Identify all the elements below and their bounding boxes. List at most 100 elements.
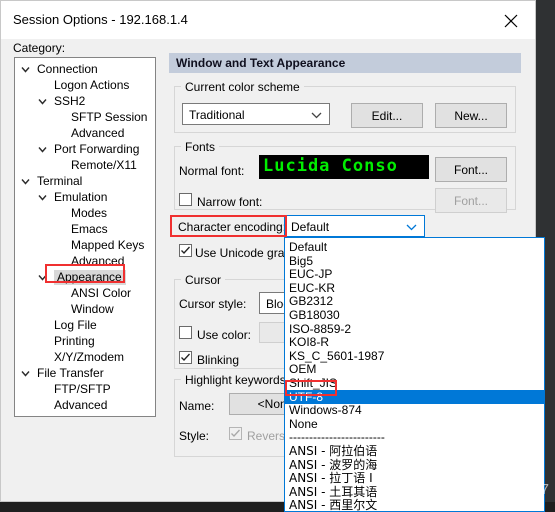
tree-item-ssh2[interactable]: SSH2 bbox=[54, 95, 85, 107]
fonts-group-label: Fonts bbox=[181, 140, 220, 154]
check-icon bbox=[181, 246, 190, 254]
chevron-down-icon[interactable] bbox=[37, 144, 48, 155]
category-tree[interactable]: Connection Logon Actions SSH2 SFTP Session A… bbox=[14, 57, 156, 417]
use-unicode-graphics-label: Use Unicode graphi bbox=[195, 246, 287, 260]
dropdown-option-gb18030[interactable]: GB18030 bbox=[285, 308, 544, 322]
dropdown-option-none[interactable]: None bbox=[285, 417, 544, 431]
dropdown-separator: ------------------------ bbox=[285, 430, 544, 444]
dropdown-option-iso-8859-2[interactable]: ISO-8859-2 bbox=[285, 322, 544, 336]
tree-item-window[interactable]: Window bbox=[71, 303, 114, 315]
dropdown-option-label: EUC-JP bbox=[289, 267, 333, 282]
dropdown-option-label: ANSI - 土耳其语 bbox=[289, 484, 378, 499]
new-color-scheme-button[interactable]: New... bbox=[435, 103, 507, 128]
tree-item-advanced[interactable]: Advanced bbox=[71, 127, 124, 139]
dropdown-option-ansi[interactable]: ANSI - 阿拉伯语 bbox=[285, 444, 544, 458]
tree-item-port-forwarding[interactable]: Port Forwarding bbox=[54, 143, 139, 155]
pane-header: Window and Text Appearance bbox=[169, 53, 521, 73]
tree-item-file-transfer[interactable]: File Transfer bbox=[37, 367, 104, 379]
dropdown-option-ansi[interactable]: ANSI - 西里尔文 bbox=[285, 498, 544, 512]
dropdown-option-shift-jis[interactable]: Shift_JIS bbox=[285, 376, 544, 390]
chevron-down-icon[interactable] bbox=[37, 272, 48, 283]
tree-item-label: Advanced bbox=[71, 254, 125, 268]
tree-item-label: Printing bbox=[54, 334, 95, 348]
color-scheme-combo[interactable]: Traditional bbox=[182, 103, 330, 125]
tree-item-label: Remote/X11 bbox=[71, 158, 137, 172]
tree-item-label: Advanced bbox=[54, 398, 108, 412]
tree-item-modes[interactable]: Modes bbox=[71, 207, 107, 219]
tree-item-label: Emacs bbox=[71, 222, 108, 236]
blinking-label: Blinking bbox=[197, 353, 240, 367]
tree-item-ftp-sftp[interactable]: FTP/SFTP bbox=[54, 383, 111, 395]
dropdown-option-label: ISO-8859-2 bbox=[289, 321, 352, 336]
chevron-down-icon[interactable] bbox=[20, 64, 31, 75]
dropdown-option-ansi[interactable]: ANSI - 波罗的海 bbox=[285, 458, 544, 472]
tree-item-advanced[interactable]: Advanced bbox=[71, 255, 124, 267]
chevron-down-icon[interactable] bbox=[20, 176, 31, 187]
watermark: blog.csdn.net/c1ear1ove7 bbox=[377, 481, 549, 498]
narrow-font-button: Font... bbox=[435, 188, 507, 213]
dropdown-option-windows-874[interactable]: Windows-874 bbox=[285, 403, 544, 417]
tree-item-emacs[interactable]: Emacs bbox=[71, 223, 108, 235]
chevron-down-icon[interactable] bbox=[37, 192, 48, 203]
tree-item-label: File Transfer bbox=[37, 366, 104, 380]
dropdown-option-euc-kr[interactable]: EUC-KR bbox=[285, 281, 544, 295]
tree-item-emulation[interactable]: Emulation bbox=[54, 191, 107, 203]
use-unicode-graphics-checkbox[interactable] bbox=[179, 244, 192, 257]
use-color-label: Use color: bbox=[197, 328, 252, 342]
normal-font-button[interactable]: Font... bbox=[435, 157, 507, 182]
tree-item-connection[interactable]: Connection bbox=[37, 63, 98, 75]
tree-item-printing[interactable]: Printing bbox=[54, 335, 95, 347]
dropdown-option-gb2312[interactable]: GB2312 bbox=[285, 294, 544, 308]
chevron-down-icon bbox=[311, 112, 322, 119]
use-color-checkbox[interactable] bbox=[179, 326, 192, 339]
tree-item-logon-actions[interactable]: Logon Actions bbox=[54, 79, 129, 91]
dropdown-option-euc-jp[interactable]: EUC-JP bbox=[285, 267, 544, 281]
edit-color-scheme-button[interactable]: Edit... bbox=[351, 103, 423, 128]
cursor-group-clip: Cursor Cursor style: Bloc Use color: Bli… bbox=[171, 273, 287, 371]
tree-item-ansi-color[interactable]: ANSI Color bbox=[71, 287, 131, 299]
dropdown-option-label: ANSI - 西里尔文 bbox=[289, 498, 378, 512]
highlight-name-button[interactable]: <None> bbox=[229, 393, 287, 415]
tree-item-remote-x11[interactable]: Remote/X11 bbox=[71, 159, 137, 171]
chevron-down-icon[interactable] bbox=[20, 368, 31, 379]
dropdown-option-label: UTF-8 bbox=[289, 389, 323, 404]
dropdown-option-label: Shift_JIS bbox=[289, 376, 338, 390]
tree-item-x-y-zmodem[interactable]: X/Y/Zmodem bbox=[54, 351, 124, 363]
tree-item-label: Port Forwarding bbox=[54, 142, 140, 156]
highlight-keywords-group bbox=[174, 379, 287, 457]
normal-font-label: Normal font: bbox=[179, 164, 245, 178]
tree-item-log-file[interactable]: Log File bbox=[54, 319, 97, 331]
cursor-style-combo[interactable]: Bloc bbox=[259, 292, 287, 314]
dropdown-option-koi8-r[interactable]: KOI8-R bbox=[285, 335, 544, 349]
color-scheme-group-label: Current color scheme bbox=[181, 80, 304, 94]
highlight-style-checkbox bbox=[229, 427, 242, 440]
dropdown-option-oem[interactable]: OEM bbox=[285, 362, 544, 376]
tree-item-label: Window bbox=[71, 302, 114, 316]
narrow-font-label: Narrow font: bbox=[197, 195, 263, 209]
narrow-font-checkbox[interactable] bbox=[179, 193, 192, 206]
normal-font-preview-text: Lucida Conso bbox=[263, 156, 398, 176]
pane-header-title: Window and Text Appearance bbox=[176, 56, 346, 70]
character-encoding-combo[interactable]: Default bbox=[284, 215, 425, 237]
chevron-down-icon[interactable] bbox=[37, 96, 48, 107]
character-encoding-dropdown-list[interactable]: Default Big5 EUC-JP EUC-KR GB2312 GB18030 ISO-… bbox=[284, 237, 545, 512]
dropdown-option-label: ANSI - 阿拉伯语 bbox=[289, 444, 378, 458]
tree-item-label: Mapped Keys bbox=[71, 238, 145, 252]
tree-item-label: Logon Actions bbox=[54, 78, 130, 92]
blinking-checkbox[interactable] bbox=[179, 351, 192, 364]
dialog-title: Session Options - 192.168.1.4 bbox=[13, 12, 188, 27]
dropdown-option-utf-8[interactable]: UTF-8 bbox=[285, 389, 544, 404]
tree-item-appearance[interactable]: Appearance bbox=[54, 270, 126, 285]
dropdown-option-label: ANSI - 波罗的海 bbox=[289, 457, 378, 472]
dropdown-option-default[interactable]: Default bbox=[285, 240, 544, 254]
dropdown-option-big5[interactable]: Big5 bbox=[285, 254, 544, 268]
tree-item-mapped-keys[interactable]: Mapped Keys bbox=[71, 239, 144, 251]
tree-item-advanced[interactable]: Advanced bbox=[54, 399, 107, 411]
dropdown-option-ks-c-5601-1987[interactable]: KS_C_5601-1987 bbox=[285, 349, 544, 363]
close-icon[interactable] bbox=[489, 1, 535, 39]
highlight-style-value: Reverse bbox=[247, 429, 287, 443]
dropdown-option-label: OEM bbox=[289, 362, 317, 377]
tree-item-sftp-session[interactable]: SFTP Session bbox=[71, 111, 147, 123]
dropdown-option-label: None bbox=[289, 416, 318, 431]
tree-item-terminal[interactable]: Terminal bbox=[37, 175, 82, 187]
